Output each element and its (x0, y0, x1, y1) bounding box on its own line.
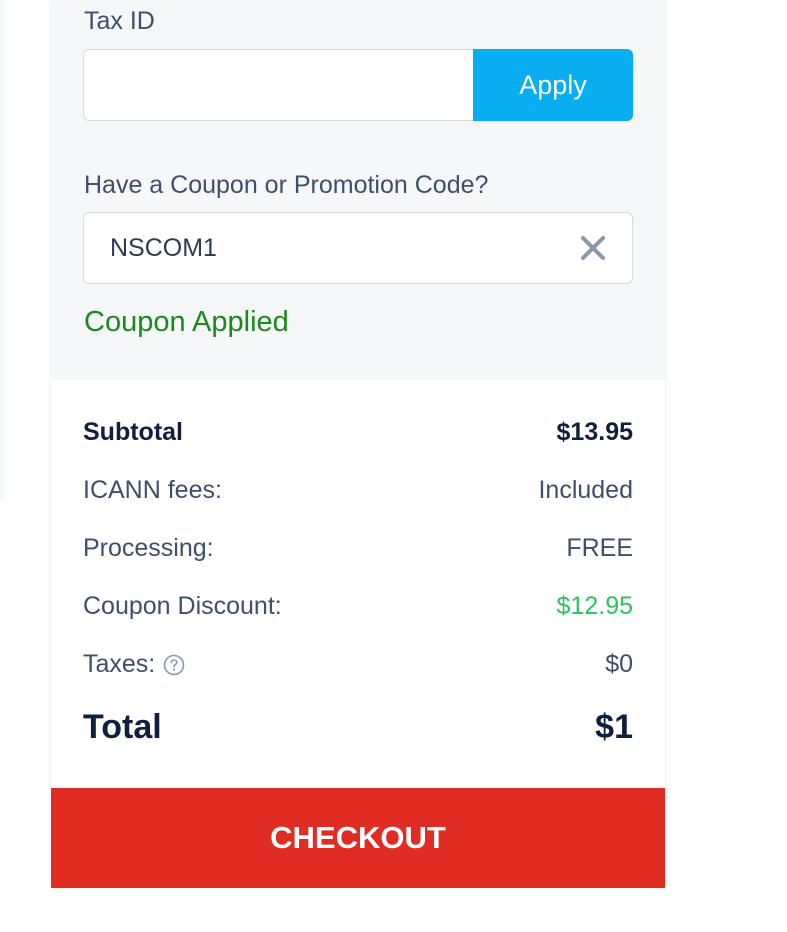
processing-value: FREE (566, 534, 633, 562)
icann-fees-row: ICANN fees: Included (83, 478, 633, 503)
icann-fees-value: Included (538, 476, 633, 504)
coupon-status-message: Coupon Applied (84, 306, 289, 338)
coupon-discount-value: $12.95 (556, 592, 633, 620)
coupon-field (83, 212, 633, 284)
total-row: Total $1 (83, 710, 633, 744)
subtotal-label: Subtotal (83, 418, 183, 446)
subtotal-value: $13.95 (556, 418, 633, 446)
coupon-tax-panel: Tax ID Apply Have a Coupon or Promotion … (51, 0, 665, 380)
taxes-label-group: Taxes: (83, 652, 185, 677)
processing-row: Processing: FREE (83, 536, 633, 561)
total-value: $1 (595, 708, 633, 746)
subtotal-row: Subtotal $13.95 (83, 420, 633, 445)
checkout-button[interactable]: CHECKOUT (51, 788, 665, 888)
page-background-edge (0, 0, 8, 500)
close-icon[interactable] (578, 233, 608, 263)
taxes-label: Taxes: (83, 650, 156, 678)
tax-id-input[interactable] (83, 49, 473, 121)
checkout-summary-card: Tax ID Apply Have a Coupon or Promotion … (51, 0, 665, 888)
question-circle-icon[interactable] (163, 654, 185, 676)
coupon-discount-row: Coupon Discount: $12.95 (83, 594, 633, 619)
coupon-discount-label: Coupon Discount: (83, 592, 282, 620)
total-label: Total (83, 708, 162, 746)
coupon-label: Have a Coupon or Promotion Code? (84, 171, 489, 199)
processing-label: Processing: (83, 534, 214, 562)
taxes-row: Taxes: $0 (83, 652, 633, 677)
icann-fees-label: ICANN fees: (83, 476, 222, 504)
apply-button[interactable]: Apply (473, 49, 633, 121)
taxes-value: $0 (605, 650, 633, 678)
tax-id-label: Tax ID (84, 7, 155, 35)
coupon-input[interactable] (84, 213, 554, 283)
